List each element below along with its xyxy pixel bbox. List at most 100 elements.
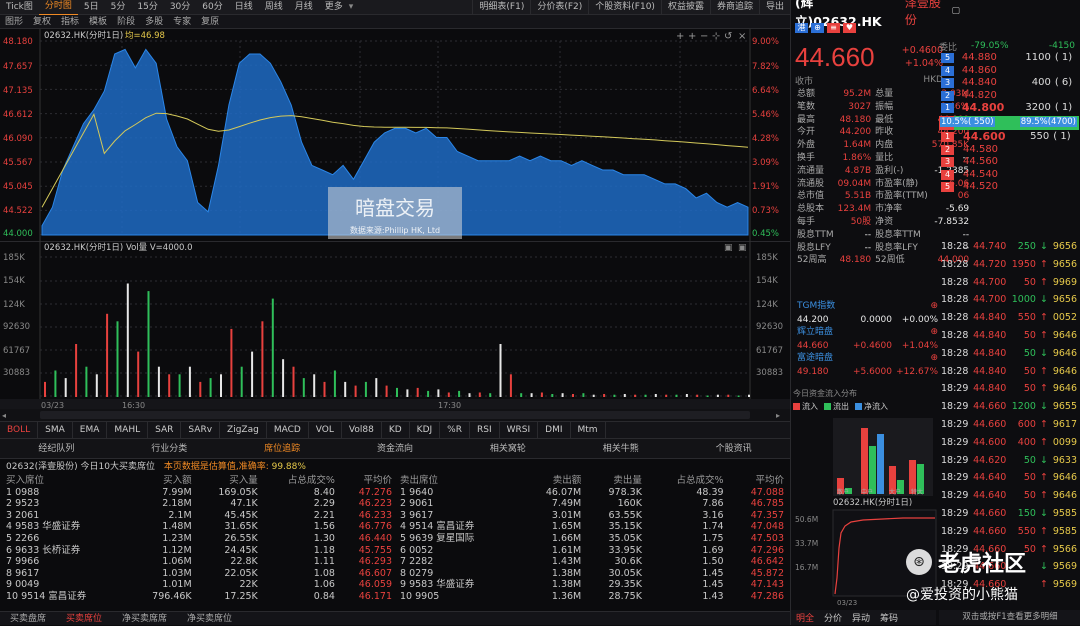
- tick-row[interactable]: 18:28 44.840 550 ↑ 0052: [939, 309, 1079, 327]
- indicator-menu[interactable]: 指标: [56, 15, 84, 29]
- indicator-rsi[interactable]: RSI: [470, 421, 500, 439]
- tick-row[interactable]: 18:28 44.700 50 ↑ 9969: [939, 274, 1079, 292]
- tick-row[interactable]: 18:28 44.700 1000 ↓ 9656: [939, 291, 1079, 309]
- adjust-menu[interactable]: 复权: [28, 15, 56, 29]
- table-row[interactable]: 3 2061 2.1M 45.45K 2.21 46.233: [3, 510, 395, 522]
- table-row[interactable]: 7 2282 1.43M 30.6K 1.50 46.642: [397, 556, 787, 568]
- chart-icon[interactable]: ⊕: [811, 23, 824, 33]
- tab-buy-sell-seats[interactable]: 买卖席位: [56, 612, 112, 626]
- tick-row[interactable]: 18:29 44.660 550 ↑ 9585: [939, 523, 1079, 541]
- settings-icon[interactable]: ▣: [724, 243, 733, 253]
- indicator-vol88[interactable]: Vol88: [342, 421, 382, 439]
- favorite-icon[interactable]: ♥: [843, 23, 856, 33]
- tab-warrants[interactable]: 相关窝轮: [451, 439, 564, 459]
- window-button[interactable]: ▢: [951, 6, 960, 16]
- multi-stock-menu[interactable]: 多股: [140, 15, 168, 29]
- tab-chips[interactable]: 筹码: [875, 611, 903, 624]
- graph-menu[interactable]: 图形: [0, 15, 28, 29]
- search-icon[interactable]: ⊕: [930, 326, 938, 339]
- search-icon[interactable]: ⊕: [930, 352, 938, 365]
- table-row[interactable]: 5 2266 1.23M 26.55K 1.30 46.440: [3, 533, 395, 545]
- indicator-wr[interactable]: %R: [440, 421, 470, 439]
- tab-fund-flow[interactable]: 资金流向: [339, 439, 452, 459]
- indicator-wrsi[interactable]: WRSI: [500, 421, 539, 439]
- tab-news[interactable]: 个股资讯: [677, 439, 790, 459]
- table-row[interactable]: 2 9061 7.49M 160K 7.86 46.785: [397, 498, 787, 510]
- related-title[interactable]: 富途暗盘 ⊕: [793, 352, 938, 365]
- indicator-sma[interactable]: SMA: [38, 421, 73, 439]
- table-row[interactable]: 1 0988 7.99M 169.05K 8.40 47.276: [3, 487, 395, 499]
- indicator-sarv[interactable]: SARv: [181, 421, 221, 439]
- indicator-boll[interactable]: BOLL: [0, 421, 39, 439]
- table-row[interactable]: 4 9583 华盛证券 1.48M 31.65K 1.56 46.776: [3, 521, 395, 533]
- tab-5min[interactable]: 5分: [105, 0, 132, 15]
- price-table-button[interactable]: 分价表(F2): [530, 0, 588, 15]
- table-row[interactable]: 8 0279 1.38M 30.05K 1.45 45.872: [397, 568, 787, 580]
- tab-seat-tracking[interactable]: 席位追踪: [226, 439, 339, 459]
- ask-level[interactable]: 5 44.880 1100( 1): [939, 52, 1079, 65]
- template-menu[interactable]: 模板: [84, 15, 112, 29]
- tab-all[interactable]: 明全: [791, 611, 819, 624]
- zoom-in-icon[interactable]: +: [676, 31, 684, 42]
- equity-disclosure-button[interactable]: 权益披露: [660, 0, 710, 15]
- table-row[interactable]: 2 9523 2.18M 47.1K 2.29 46.223: [3, 498, 395, 510]
- table-row[interactable]: 10 9905 1.36M 28.75K 1.43 47.286: [397, 591, 787, 603]
- bid-level[interactable]: 3 44.560: [939, 156, 1079, 169]
- search-icon[interactable]: ⊕: [930, 300, 938, 313]
- tab-price[interactable]: 分价: [819, 611, 847, 624]
- tick-row[interactable]: 18:29 44.640 50 ↑ 9646: [939, 487, 1079, 505]
- export-button[interactable]: 导出: [758, 0, 790, 15]
- table-row[interactable]: 7 9966 1.06M 22.8K 1.11 46.293: [3, 556, 395, 568]
- tab-order-seats[interactable]: 买卖盘席: [0, 612, 56, 626]
- indicator-dmi[interactable]: DMI: [538, 421, 571, 439]
- ask-level[interactable]: 4 44.860: [939, 65, 1079, 78]
- scroll-right-icon[interactable]: ▸: [776, 411, 780, 420]
- volume-chart[interactable]: 02632.HK(分时1日) Vol量 V=4000.0 ▣ ▣ 185K 15…: [0, 241, 790, 421]
- ask-level[interactable]: 1 44.800 3200( 1): [939, 102, 1079, 115]
- reset-zoom-icon[interactable]: ↺: [724, 31, 732, 42]
- time-scrollbar[interactable]: [40, 411, 750, 419]
- table-row[interactable]: 9 0049 1.01M 22K 1.06 46.059: [3, 579, 395, 591]
- tab-broker-queue[interactable]: 经纪队列: [0, 439, 113, 459]
- tab-more[interactable]: 更多: [319, 0, 349, 15]
- bid-level[interactable]: 4 44.540: [939, 169, 1079, 182]
- bid-level[interactable]: 2 44.580: [939, 144, 1079, 157]
- intraday-price-chart[interactable]: 02632.HK(分时1日) 均=46.98 48.180 47.657 47.…: [0, 29, 790, 241]
- related-title[interactable]: 辉立暗盘 ⊕: [793, 326, 938, 339]
- flag-icon[interactable]: 港: [795, 23, 808, 33]
- tick-row[interactable]: 18:28 44.740 250 ↓ 9656: [939, 238, 1079, 256]
- close-icon[interactable]: ×: [738, 31, 746, 42]
- tab-cbbc[interactable]: 相关牛熊: [564, 439, 677, 459]
- tab-tick[interactable]: Tick图: [0, 0, 39, 15]
- tab-5day[interactable]: 5日: [78, 0, 105, 15]
- indicator-zigzag[interactable]: ZigZag: [220, 421, 267, 439]
- expert-menu[interactable]: 专家: [168, 15, 196, 29]
- indicator-mahl[interactable]: MAHL: [107, 421, 149, 439]
- table-row[interactable]: 3 9617 3.01M 63.55K 3.16 47.357: [397, 510, 787, 522]
- tick-row[interactable]: 18:29 44.660 150 ↓ 9585: [939, 505, 1079, 523]
- tab-intraday[interactable]: 分时图: [38, 0, 78, 16]
- indicator-kd[interactable]: KD: [382, 421, 410, 439]
- table-row[interactable]: 1 9640 46.07M 978.3K 48.39 47.088: [397, 487, 787, 499]
- tick-row[interactable]: 18:29 44.620 50 ↓ 9633: [939, 452, 1079, 470]
- tab-weekly[interactable]: 周线: [259, 0, 289, 15]
- tick-row[interactable]: 18:29 44.840 50 ↑ 9646: [939, 380, 1079, 398]
- table-row[interactable]: 8 9617 1.03M 22.05K 1.08 46.607: [3, 568, 395, 580]
- indicator-vol[interactable]: VOL: [309, 421, 342, 439]
- scroll-left-icon[interactable]: ◂: [2, 411, 6, 420]
- table-row[interactable]: 4 9514 富昌证券 1.65M 35.15K 1.74 47.048: [397, 521, 787, 533]
- stock-info-button[interactable]: 个股资料(F10): [588, 0, 661, 15]
- table-row[interactable]: 9 9583 华盛证券 1.38M 29.35K 1.45 47.143: [397, 579, 787, 591]
- tab-30min[interactable]: 30分: [164, 0, 196, 15]
- table-row[interactable]: 10 9514 富昌证券 796.46K 17.25K 0.84 46.171: [3, 591, 395, 603]
- tick-row[interactable]: 18:29 44.660 1200 ↓ 9655: [939, 398, 1079, 416]
- bid-level[interactable]: 5 44.520: [939, 181, 1079, 194]
- alert-icon[interactable]: ≡: [827, 23, 840, 33]
- broker-track-button[interactable]: 券商追踪: [709, 0, 759, 15]
- zoom-out-icon[interactable]: −: [700, 31, 708, 42]
- tick-row[interactable]: 18:28 44.840 50 ↑ 9646: [939, 363, 1079, 381]
- indicator-ema[interactable]: EMA: [73, 421, 108, 439]
- tab-net-seats-1[interactable]: 净买卖席席: [112, 612, 177, 626]
- related-title[interactable]: TGM指数 ⊕: [793, 300, 938, 313]
- detail-table-button[interactable]: 明细表(F1): [472, 0, 530, 15]
